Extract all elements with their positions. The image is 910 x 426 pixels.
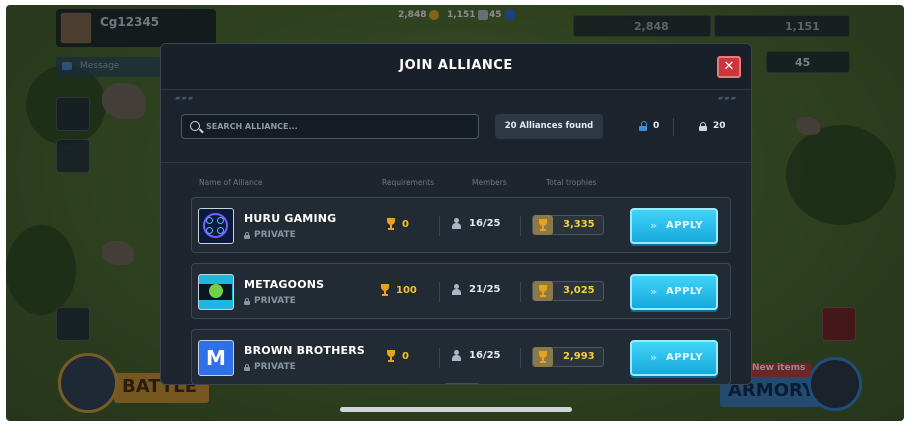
total-trophies-value: 3,335 [563, 219, 595, 230]
divider [520, 216, 521, 236]
total-trophies: 2,993 [532, 347, 604, 367]
chevron-right-icon: » [650, 285, 658, 298]
total-trophies: 3,335 [532, 215, 604, 235]
privacy-label: PRIVATE [254, 230, 296, 240]
trophy-icon [537, 351, 549, 363]
alliance-row[interactable]: METAGOONS PRIVATE 100 21/25 3,025 » APPL… [191, 263, 731, 319]
column-header-trophies: Total trophies [546, 178, 597, 187]
divider [439, 282, 440, 302]
lock-icon [244, 363, 250, 371]
apply-button[interactable]: » APPLY [630, 274, 718, 310]
members-value: 21/25 [469, 284, 501, 295]
lock-icon [244, 297, 250, 305]
total-trophies: 3,025 [532, 281, 604, 301]
requirement-value: 0 [402, 350, 409, 362]
requirement-value: 0 [402, 218, 409, 230]
apply-button[interactable]: » APPLY [630, 208, 718, 244]
members-value: 16/25 [469, 350, 501, 361]
trophy-icon [385, 218, 397, 230]
alliance-logo: M [198, 340, 234, 376]
alliance-list[interactable]: Name of Alliance Requirements Members To… [161, 162, 751, 384]
decorative-dashes: ▰▰▰ [717, 94, 737, 102]
close-button[interactable]: ✕ [717, 56, 741, 78]
alliances-found-badge: 20 Alliances found [495, 114, 603, 139]
chevron-right-icon: » [650, 219, 658, 232]
requirement: 100 [379, 284, 417, 296]
privacy-label: PRIVATE [254, 362, 296, 372]
dialog-header: JOIN ALLIANCE ✕ [161, 44, 751, 90]
total-trophies-value: 2,993 [563, 351, 595, 362]
column-header-name: Name of Alliance [199, 178, 263, 187]
members-icon [450, 284, 463, 295]
dialog-title: JOIN ALLIANCE [399, 58, 513, 73]
privacy-label: PRIVATE [254, 296, 296, 306]
members: 16/25 [450, 218, 500, 229]
apply-label: APPLY [666, 286, 703, 297]
requirement-value: 100 [396, 284, 417, 296]
locked-count: 20 [699, 121, 726, 131]
alliance-logo [198, 274, 234, 310]
lock-icon [699, 121, 707, 131]
requirement: 0 [385, 350, 409, 362]
game-background: Cg12345 Message 2,848 1,151 45 2,848 1,1… [6, 5, 904, 421]
chevron-right-icon: » [650, 351, 658, 364]
members-icon [450, 218, 463, 229]
column-header-requirements: Requirements [382, 178, 435, 187]
alliance-row[interactable]: M BROWN BROTHERS PRIVATE 0 16/25 2,993 »… [191, 329, 731, 384]
divider [520, 282, 521, 302]
search-icon [190, 121, 200, 131]
divider [520, 348, 521, 368]
scroll-handle[interactable] [445, 383, 479, 384]
trophy-icon [537, 219, 549, 231]
total-trophies-value: 3,025 [563, 285, 595, 296]
divider [439, 216, 440, 236]
unlocked-count-value: 0 [653, 121, 660, 131]
members: 16/25 [450, 350, 500, 361]
lock-icon [244, 231, 250, 239]
alliance-logo [198, 208, 234, 244]
decorative-dashes: ▰▰▰ [175, 94, 195, 102]
members: 21/25 [450, 284, 500, 295]
divider [439, 348, 440, 368]
locked-count-value: 20 [713, 121, 726, 131]
trophy-icon [537, 285, 549, 297]
alliance-name: BROWN BROTHERS [244, 344, 365, 357]
alliance-name: METAGOONS [244, 278, 325, 291]
join-alliance-dialog: JOIN ALLIANCE ✕ ▰▰▰ ▰▰▰ 20 Alliances fou… [160, 43, 752, 385]
home-indicator[interactable] [340, 407, 572, 412]
members-icon [450, 350, 463, 361]
apply-label: APPLY [666, 220, 703, 231]
requirement: 0 [385, 218, 409, 230]
members-value: 16/25 [469, 218, 501, 229]
search-input[interactable] [206, 117, 466, 135]
alliance-row[interactable]: HURU GAMING PRIVATE 0 16/25 3,335 » APPL… [191, 197, 731, 253]
trophy-icon [379, 284, 391, 296]
unlocked-icon [639, 120, 647, 131]
column-header-members: Members [472, 178, 507, 187]
alliance-name: HURU GAMING [244, 212, 337, 225]
alliance-privacy: PRIVATE [244, 296, 296, 306]
trophy-icon [385, 350, 397, 362]
alliance-privacy: PRIVATE [244, 362, 296, 372]
apply-label: APPLY [666, 352, 703, 363]
search-box[interactable] [181, 114, 479, 139]
apply-button[interactable]: » APPLY [630, 340, 718, 376]
divider [673, 118, 674, 136]
unlocked-count: 0 [639, 120, 660, 131]
alliance-privacy: PRIVATE [244, 230, 296, 240]
